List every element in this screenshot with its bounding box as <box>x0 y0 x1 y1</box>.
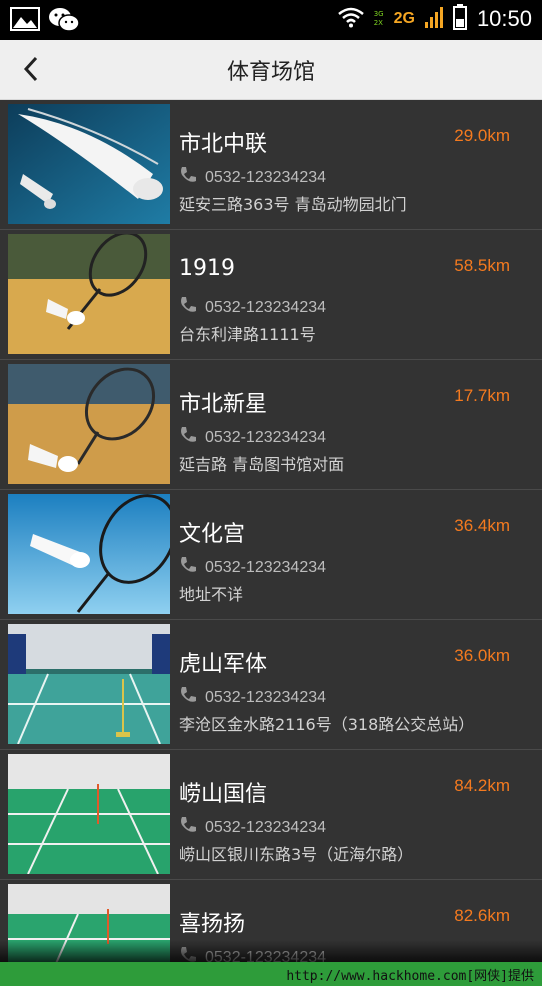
venue-list-item[interactable]: 市北中联 29.0km 0532-123234234 延安三路363号 青岛动物… <box>0 100 542 230</box>
status-bar: 3G 2X 2G 10:50 <box>0 0 542 40</box>
venue-distance: 29.0km <box>454 126 510 145</box>
watermark-bar: http://www.hackhome.com[网侠]提供 <box>0 962 542 986</box>
venue-distance: 17.7km <box>454 386 510 405</box>
venue-distance: 82.6km <box>454 906 510 925</box>
venue-address: 李沧区金水路2116号（318路公交总站） <box>179 715 475 734</box>
venue-phone[interactable]: 0532-123234234 <box>179 686 326 709</box>
phone-icon <box>179 946 197 962</box>
phone-icon <box>179 686 197 709</box>
venue-name: 市北中联 <box>179 132 268 157</box>
signal-icon <box>424 6 443 32</box>
venue-address: 台东利津路1111号 <box>179 325 316 344</box>
phone-icon <box>179 426 197 449</box>
wechat-icon <box>48 6 80 38</box>
venue-address: 地址不详 <box>179 585 244 604</box>
app-header: 体育场馆 <box>0 40 542 100</box>
venue-phone[interactable]: 0532-123234234 <box>179 426 326 449</box>
venue-phone-number: 0532-123234234 <box>205 558 327 576</box>
venue-name: 虎山军体 <box>179 652 268 677</box>
venue-phone-number: 0532-123234234 <box>205 948 327 963</box>
venue-phone-number: 0532-123234234 <box>205 298 327 316</box>
venue-name: 1919 <box>179 256 235 281</box>
signal-label-2: 2X <box>373 19 383 27</box>
venue-phone-number: 0532-123234234 <box>205 818 327 836</box>
venue-phone[interactable]: 0532-123234234 <box>179 296 326 319</box>
venue-distance: 36.4km <box>454 516 510 535</box>
venue-thumbnail <box>8 624 170 744</box>
venue-list-item[interactable]: 1919 58.5km 0532-123234234 台东利津路1111号 <box>0 230 542 360</box>
network-type: 2G <box>393 10 415 27</box>
venue-thumbnail <box>8 494 170 614</box>
image-icon <box>10 6 40 38</box>
venue-phone-number: 0532-123234234 <box>205 428 327 446</box>
venue-address: 延吉路 青岛图书馆对面 <box>179 455 345 474</box>
venue-name: 崂山国信 <box>179 782 268 807</box>
phone-icon <box>179 556 197 579</box>
phone-icon <box>179 296 197 319</box>
venue-distance: 36.0km <box>454 646 510 665</box>
phone-icon <box>179 166 197 189</box>
venue-list[interactable]: 市北中联 29.0km 0532-123234234 延安三路363号 青岛动物… <box>0 100 542 962</box>
venue-list-item[interactable]: 市北新星 17.7km 0532-123234234 延吉路 青岛图书馆对面 <box>0 360 542 490</box>
signal-label-1: 3G <box>373 10 384 18</box>
venue-address: 延安三路363号 青岛动物园北门 <box>179 195 407 214</box>
venue-phone[interactable]: 0532-123234234 <box>179 946 326 962</box>
phone-icon <box>179 816 197 839</box>
venue-name: 文化宫 <box>179 522 246 547</box>
venue-phone-number: 0532-123234234 <box>205 168 327 186</box>
notification-icons <box>10 6 80 38</box>
venue-distance: 84.2km <box>454 776 510 795</box>
venue-list-item[interactable]: 崂山国信 84.2km 0532-123234234 崂山区银川东路3号（近海尔… <box>0 750 542 880</box>
venue-thumbnail <box>8 364 170 484</box>
battery-icon <box>452 4 467 34</box>
venue-phone[interactable]: 0532-123234234 <box>179 166 326 189</box>
venue-list-item[interactable]: 文化宫 36.4km 0532-123234234 地址不详 <box>0 490 542 620</box>
venue-distance: 58.5km <box>454 256 510 275</box>
page-title: 体育场馆 <box>226 60 315 85</box>
venue-name: 市北新星 <box>179 392 268 417</box>
venue-phone-number: 0532-123234234 <box>205 688 327 706</box>
venue-thumbnail <box>8 234 170 354</box>
venue-thumbnail <box>8 754 170 874</box>
venue-list-item[interactable]: 虎山军体 36.0km 0532-123234234 李沧区金水路2116号（3… <box>0 620 542 750</box>
system-status: 3G 2X 2G 10:50 <box>337 4 532 34</box>
data-signal-icon: 3G 2X <box>374 10 384 28</box>
venue-name: 喜扬扬 <box>179 912 246 937</box>
venue-phone[interactable]: 0532-123234234 <box>179 556 326 579</box>
venue-phone[interactable]: 0532-123234234 <box>179 816 326 839</box>
clock: 10:50 <box>476 6 532 31</box>
venue-list-item[interactable]: 喜扬扬 82.6km 0532-123234234 <box>0 880 542 962</box>
venue-address: 崂山区银川东路3号（近海尔路） <box>179 845 414 864</box>
watermark-text: http://www.hackhome.com[网侠]提供 <box>286 969 534 984</box>
venue-thumbnail <box>8 884 170 962</box>
wifi-icon <box>337 6 364 32</box>
venue-thumbnail <box>8 104 170 224</box>
